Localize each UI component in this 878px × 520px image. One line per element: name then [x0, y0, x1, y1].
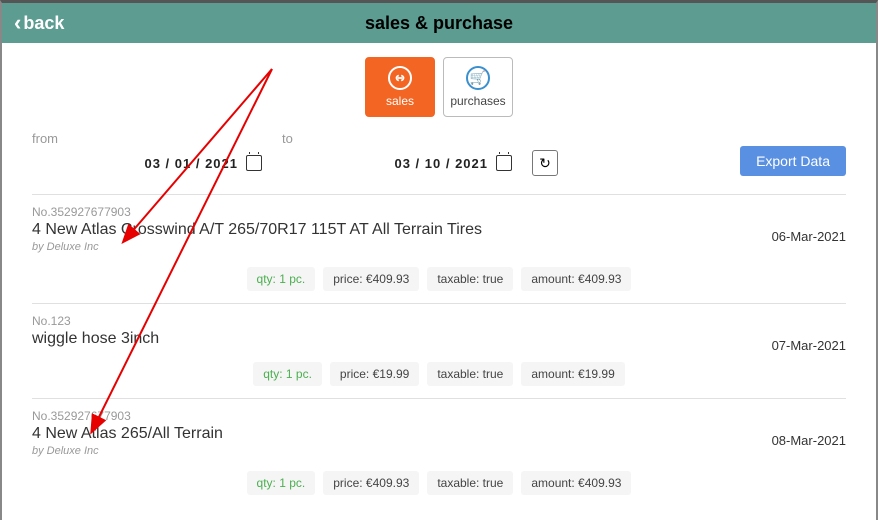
price-chip: price: €409.93 [323, 471, 419, 495]
export-data-button[interactable]: Export Data [740, 146, 846, 176]
to-label: to [282, 131, 512, 146]
taxable-chip: taxable: true [427, 362, 513, 386]
refresh-button[interactable]: ↻ [532, 150, 558, 176]
record-number: No.352927677903 [32, 205, 846, 219]
back-button[interactable]: ‹ back [14, 10, 64, 36]
record-chips: qty: 1 pc. price: €19.99 taxable: true amou… [32, 362, 846, 386]
refresh-icon: ↻ [539, 155, 551, 172]
chevron-left-icon: ‹ [14, 10, 21, 36]
tab-sales[interactable]: sales [365, 57, 435, 117]
calendar-icon [496, 155, 512, 171]
record: No.123 wiggle hose 3inch07-Mar-2021 qty: 1… [32, 303, 846, 398]
price-chip: price: €19.99 [330, 362, 419, 386]
price-chip: price: €409.93 [323, 267, 419, 291]
to-date-input[interactable]: 03 / 10 / 2021 [282, 150, 512, 176]
to-date-value: 03 / 10 / 2021 [394, 156, 488, 171]
page-title: sales & purchase [365, 13, 513, 34]
back-label: back [23, 13, 64, 34]
record-vendor: by Deluxe Inc [32, 445, 846, 457]
header: ‹ back sales & purchase [2, 3, 876, 43]
from-date-filter: from 03 / 01 / 2021 [32, 131, 262, 176]
cart-icon: 🛒 [466, 66, 490, 90]
record-chips: qty: 1 pc. price: €409.93 taxable: true amo… [32, 267, 846, 291]
record-chips: qty: 1 pc. price: €409.93 taxable: true amo… [32, 471, 846, 495]
from-date-value: 03 / 01 / 2021 [144, 156, 238, 171]
amount-chip: amount: €409.93 [521, 471, 631, 495]
qty-chip: qty: 1 pc. [253, 362, 322, 386]
filter-bar: from 03 / 01 / 2021 to 03 / 10 / 2021 ↻ … [2, 125, 876, 184]
tab-sales-label: sales [386, 94, 414, 108]
tab-purchases[interactable]: 🛒 purchases [443, 57, 513, 117]
record-date: 06-Mar-2021 [772, 229, 846, 244]
record-title: 4 New Atlas 265/All Terrain [32, 425, 846, 443]
qty-chip: qty: 1 pc. [247, 267, 316, 291]
calendar-icon [246, 155, 262, 171]
link-icon [388, 66, 412, 90]
record: No.352927677903 4 New Atlas 265/All Terra… [32, 398, 846, 507]
record-date: 08-Mar-2021 [772, 433, 846, 448]
record-vendor: by Deluxe Inc [32, 241, 846, 253]
amount-chip: amount: €409.93 [521, 267, 631, 291]
taxable-chip: taxable: true [427, 267, 513, 291]
record: No.352927677903 4 New Atlas Crosswind A/T… [32, 194, 846, 303]
tab-purchases-label: purchases [450, 94, 505, 108]
record-number: No.352927677903 [32, 409, 846, 423]
to-date-filter: to 03 / 10 / 2021 [282, 131, 512, 176]
record-title: 4 New Atlas Crosswind A/T 265/70R17 115T… [32, 221, 846, 239]
qty-chip: qty: 1 pc. [247, 471, 316, 495]
taxable-chip: taxable: true [427, 471, 513, 495]
record-number: No.123 [32, 314, 846, 328]
amount-chip: amount: €19.99 [521, 362, 624, 386]
record-title: wiggle hose 3inch [32, 330, 846, 348]
tab-group: sales 🛒 purchases [2, 43, 876, 125]
from-date-input[interactable]: 03 / 01 / 2021 [32, 150, 262, 176]
record-date: 07-Mar-2021 [772, 338, 846, 353]
from-label: from [32, 131, 262, 146]
